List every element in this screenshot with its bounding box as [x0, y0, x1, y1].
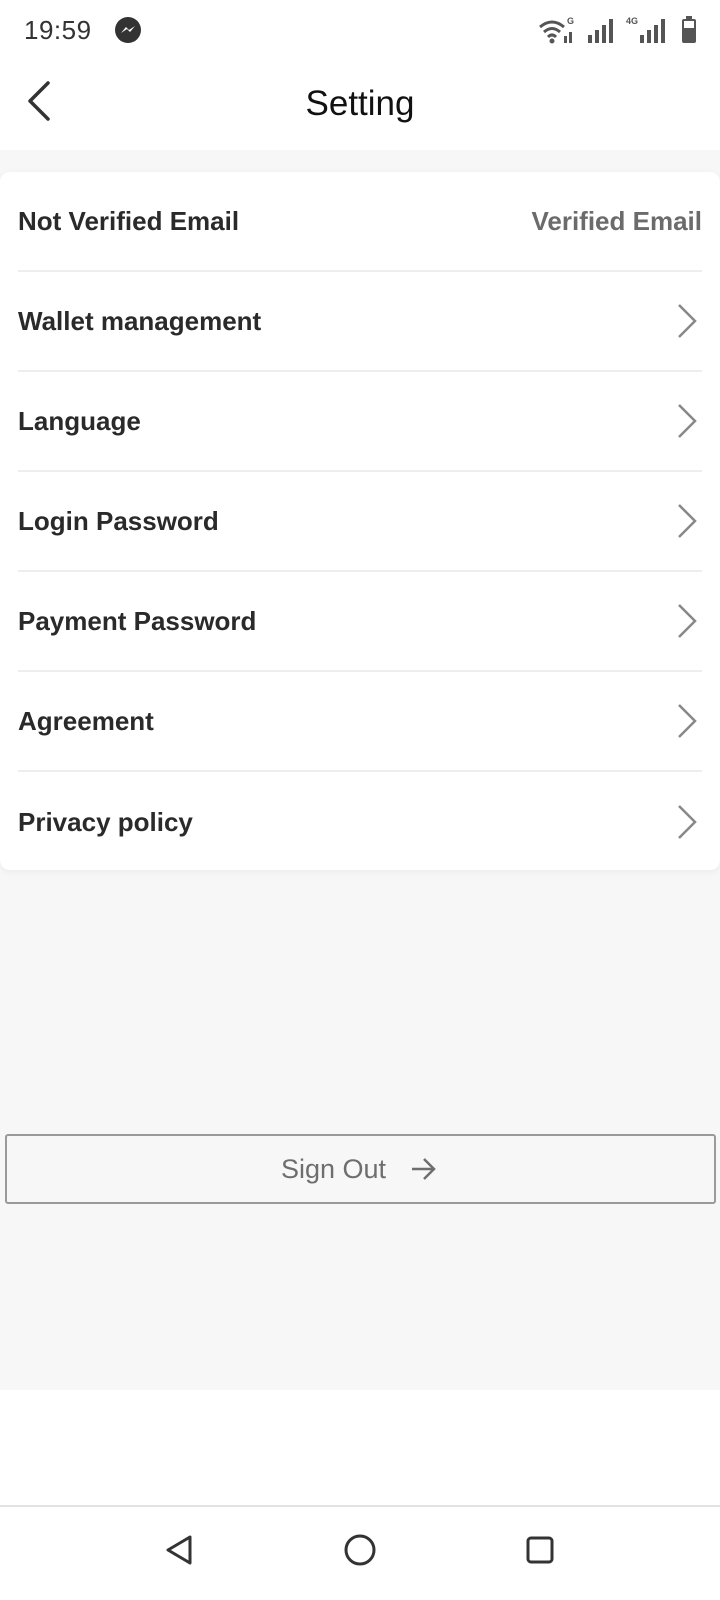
- messenger-icon: [114, 16, 142, 44]
- settings-item-language[interactable]: Language: [18, 372, 702, 472]
- network-label-4g: 4G: [626, 16, 638, 26]
- settings-screen: 19:59 G 4G Setting Not Verified Email Ve…: [0, 0, 720, 1600]
- settings-item-email-verification[interactable]: Not Verified Email Verified Email: [18, 172, 702, 272]
- network-label-g: G: [567, 16, 574, 26]
- arrow-right-icon: [410, 1154, 440, 1184]
- back-triangle-icon: [162, 1533, 196, 1572]
- nav-home-button[interactable]: [335, 1527, 385, 1577]
- nav-back-button[interactable]: [154, 1527, 204, 1577]
- page-title: Setting: [305, 84, 415, 123]
- settings-item-label: Language: [18, 405, 141, 436]
- settings-item-privacy-policy[interactable]: Privacy policy: [18, 772, 702, 872]
- settings-item-label: Agreement: [18, 705, 154, 736]
- settings-item-label: Not Verified Email: [18, 205, 240, 236]
- battery-icon: [680, 15, 698, 45]
- header: Setting: [0, 60, 720, 150]
- sign-out-label: Sign Out: [280, 1153, 387, 1184]
- wifi-icon: G: [536, 15, 576, 45]
- status-time: 19:59: [24, 14, 92, 45]
- home-circle-icon: [342, 1532, 378, 1573]
- verified-email-link[interactable]: Verified Email: [531, 206, 702, 237]
- recents-square-icon: [524, 1534, 556, 1571]
- settings-list: Not Verified Email Verified Email Wallet…: [0, 172, 720, 870]
- settings-item-agreement[interactable]: Agreement: [18, 672, 702, 772]
- status-icons: G 4G: [536, 14, 698, 46]
- chevron-right-icon: [672, 501, 702, 541]
- chevron-right-icon: [672, 601, 702, 641]
- settings-item-label: Privacy policy: [18, 806, 193, 837]
- status-bar: 19:59 G 4G: [0, 0, 720, 60]
- settings-item-payment-password[interactable]: Payment Password: [18, 572, 702, 672]
- system-nav-bar: [0, 1505, 720, 1600]
- chevron-right-icon: [672, 701, 702, 741]
- chevron-right-icon: [672, 401, 702, 441]
- nav-recents-button[interactable]: [515, 1527, 565, 1577]
- chevron-right-icon: [672, 802, 702, 842]
- signal-icon: [586, 15, 616, 45]
- settings-item-label: Wallet management: [18, 305, 262, 336]
- sign-out-button[interactable]: Sign Out: [5, 1134, 716, 1204]
- settings-item-wallet-management[interactable]: Wallet management: [18, 272, 702, 372]
- settings-item-label: Payment Password: [18, 605, 257, 636]
- chevron-right-icon: [672, 301, 702, 341]
- settings-item-login-password[interactable]: Login Password: [18, 472, 702, 572]
- settings-item-label: Login Password: [18, 505, 219, 536]
- signal-4g-icon: 4G: [626, 15, 670, 45]
